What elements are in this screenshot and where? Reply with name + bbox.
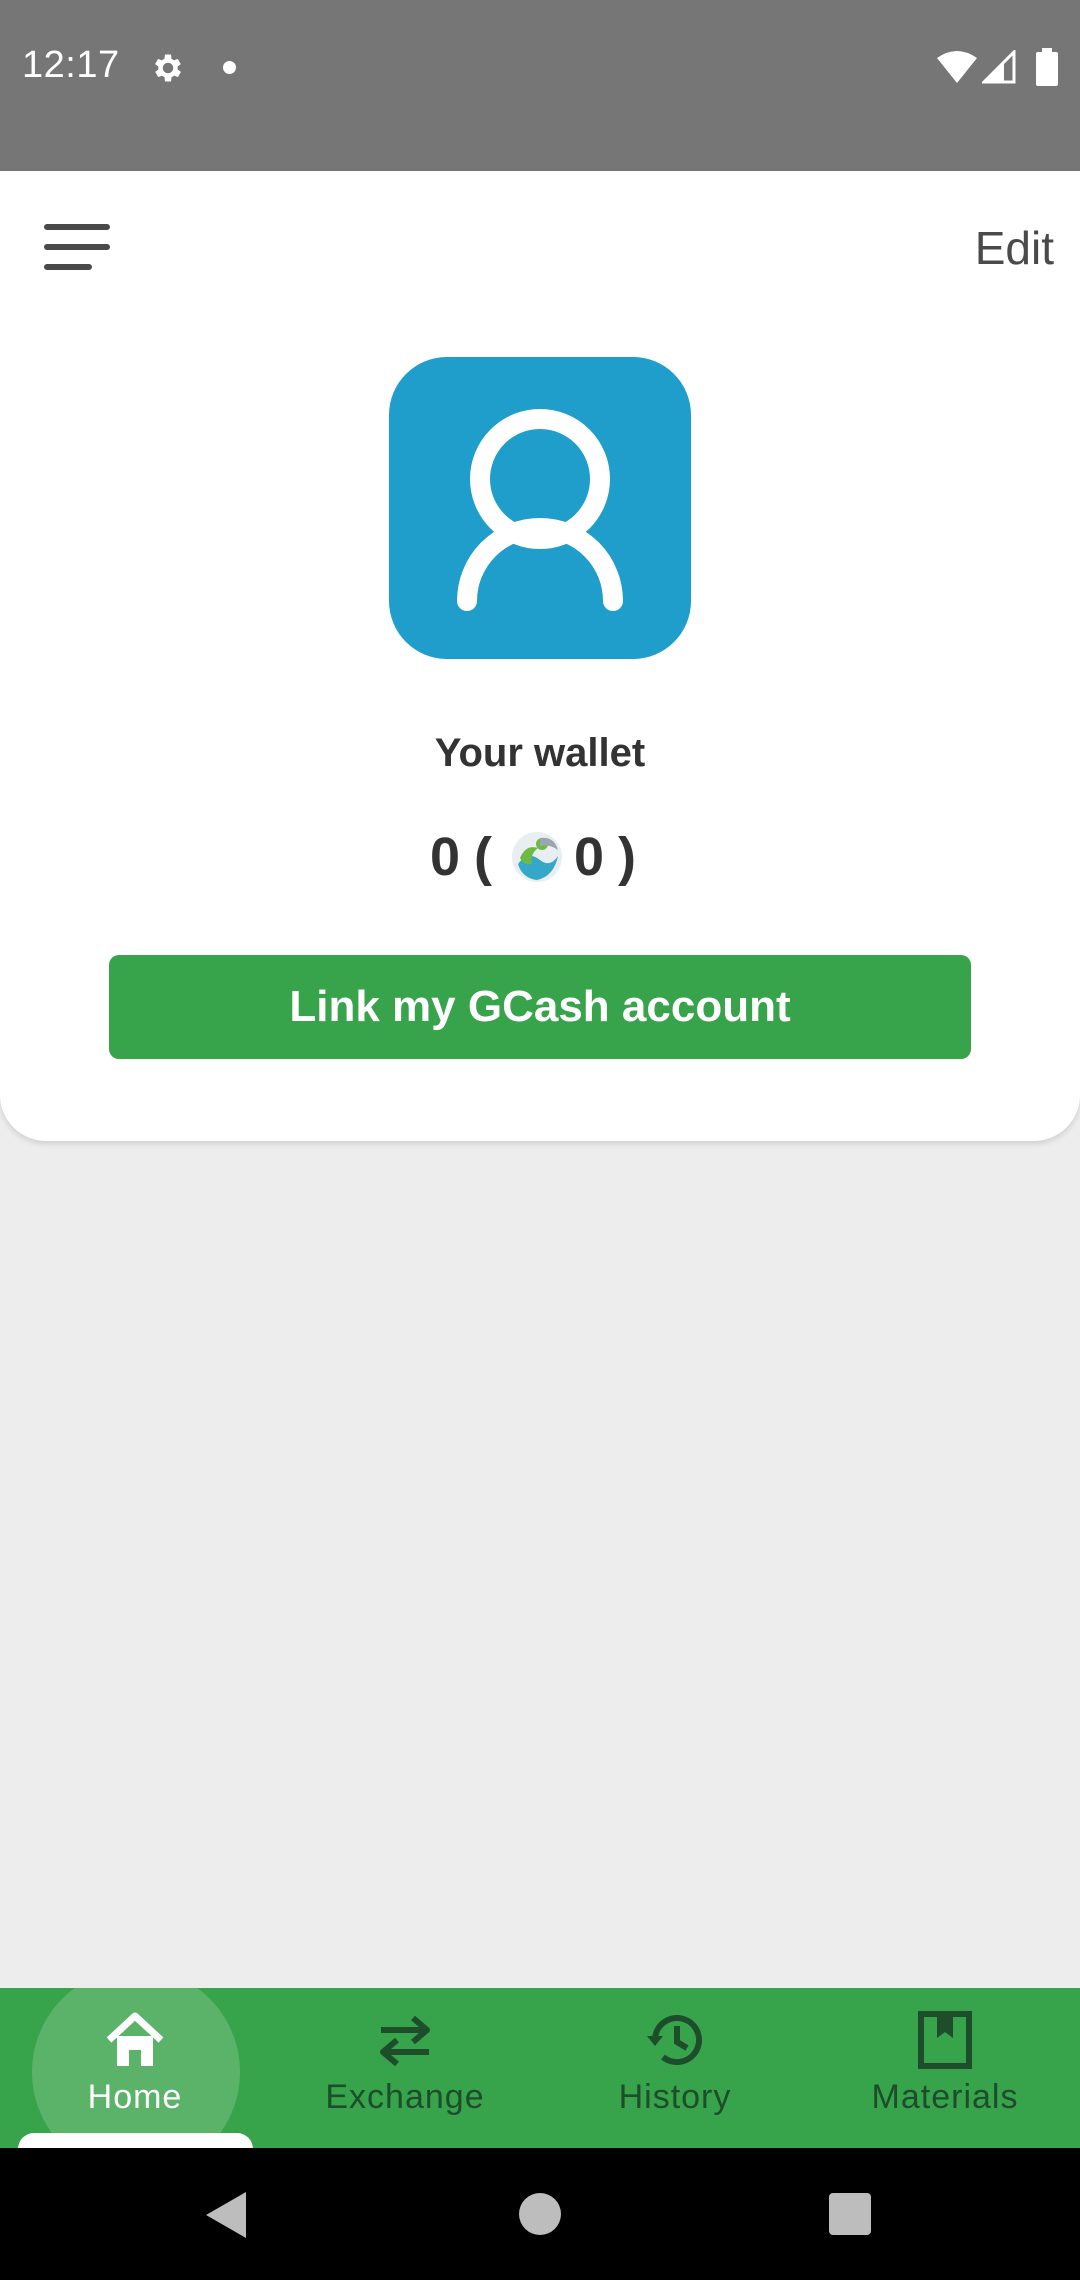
status-bar: 12:17 — [0, 0, 1080, 171]
coin-balance-value: 0 — [574, 827, 605, 887]
notification-dot-icon — [223, 61, 236, 74]
nav-exchange[interactable]: Exchange — [270, 1988, 540, 2148]
back-icon[interactable] — [204, 2190, 248, 2240]
wifi-icon — [937, 51, 977, 83]
bookmark-box-icon — [918, 2011, 972, 2069]
wallet-label: Your wallet — [434, 731, 646, 775]
link-gcash-button[interactable]: Link my GCash account — [109, 955, 971, 1059]
nav-history-label: History — [618, 2078, 732, 2116]
coin-logo-icon — [512, 832, 562, 882]
home-circle-icon[interactable] — [519, 2193, 561, 2235]
recents-square-icon[interactable] — [829, 2193, 871, 2235]
nav-exchange-label: Exchange — [325, 2078, 485, 2116]
wallet-card: Edit Your wallet 0 ( 0 ) Link my GCash a… — [0, 171, 1080, 1141]
exchange-arrows-icon — [380, 2015, 430, 2067]
wallet-balance: 0 ( 0 ) — [0, 826, 1080, 888]
nav-home[interactable]: Home — [0, 1988, 270, 2148]
gear-icon — [155, 54, 181, 82]
nav-history[interactable]: History — [540, 1988, 810, 2148]
nav-materials-label: Materials — [871, 2078, 1019, 2116]
nav-home-label: Home — [87, 2078, 183, 2116]
nav-materials[interactable]: Materials — [810, 1988, 1080, 2148]
paren-close: ) — [618, 827, 637, 887]
paren-open: ( — [474, 827, 492, 887]
history-clock-icon — [647, 2015, 702, 2066]
avatar[interactable] — [389, 357, 691, 659]
system-navigation-bar — [0, 2148, 1080, 2280]
user-icon — [457, 409, 623, 611]
home-icon — [106, 2012, 164, 2066]
balance-value: 0 — [429, 827, 461, 887]
screen: 12:17 Edit Your wallet 0 (0) Link my G… — [0, 0, 1080, 2280]
signal-icon — [982, 50, 1016, 84]
status-time: 12:17 — [22, 44, 120, 86]
battery-icon — [1036, 48, 1058, 86]
edit-button[interactable]: Edit — [975, 221, 1054, 275]
hamburger-menu-icon[interactable] — [44, 221, 110, 273]
bottom-navigation: Home Exchange History Materials — [0, 1988, 1080, 2148]
